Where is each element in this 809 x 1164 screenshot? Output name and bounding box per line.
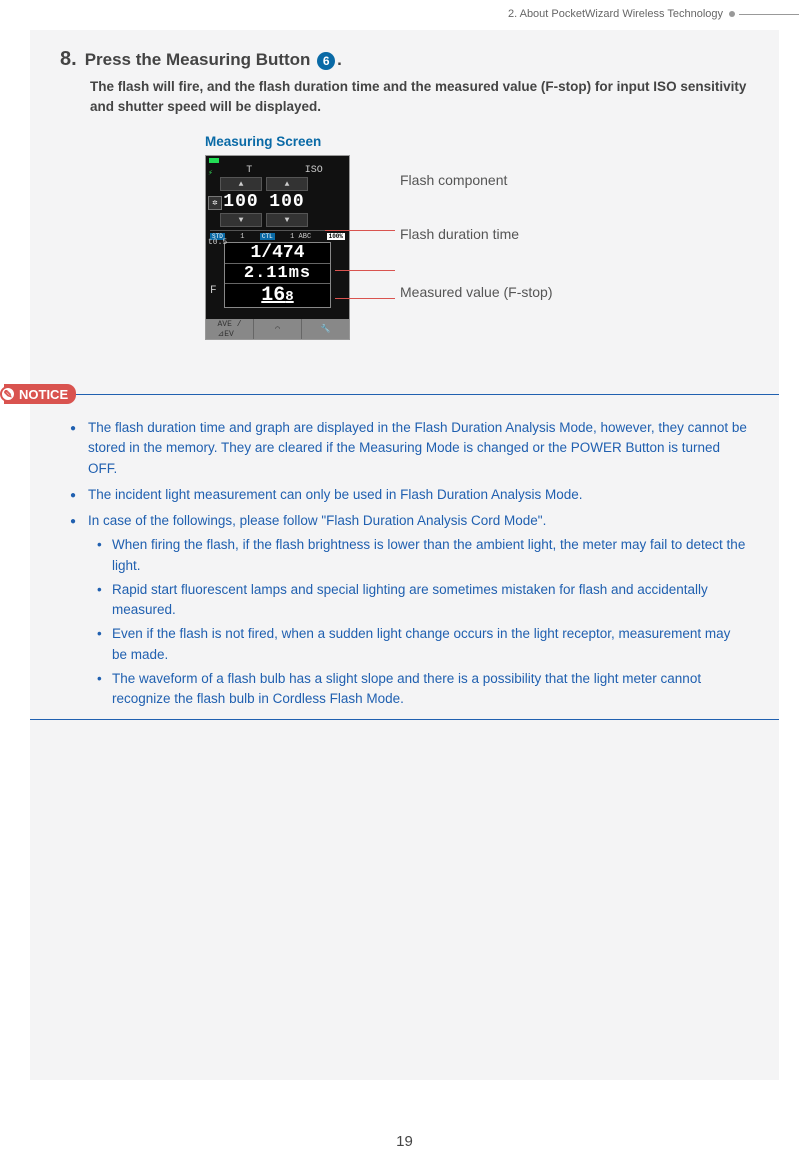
callout-measured-value: Measured value (F-stop) [400,284,553,300]
up-arrow-row: ▲ ▲ [220,176,349,192]
t-label: T [246,165,252,176]
callout-flash-component: Flash component [400,172,507,188]
step-title-post: . [337,50,342,69]
iso-up-icon: ▲ [266,177,308,191]
screen-status-bar [206,156,349,164]
page-number: 19 [0,1133,809,1150]
content-panel: 8. Press the Measuring Button 6. The fla… [30,30,779,1080]
fstop-sub: 8 [285,289,293,305]
t05-label: t0.5 [208,238,227,247]
notice-item: The incident light measurement can only … [70,485,749,505]
bottom-btn-wrench-icon: 🔧 [302,319,349,339]
battery-icon [209,158,219,163]
screen-bottom-bar: AVE /⊿EV ◠ 🔧 [206,319,349,339]
notice-item-text: In case of the followings, please follow… [88,513,546,528]
notice-item: In case of the followings, please follow… [70,511,749,709]
header-dot-icon [729,11,735,17]
percent-badge: 100% [327,233,345,240]
notice-header: ✎ NOTICE [4,384,779,404]
figure-caption: Measuring Screen [205,134,749,149]
main-readout: 1/474 2.11ms 168 [224,242,331,308]
iso-label: ISO [305,165,323,176]
reference-badge-6: 6 [317,52,335,70]
value-row: 100 100 [220,192,349,212]
callout-flash-duration: Flash duration time [400,226,519,242]
step-row: 8. Press the Measuring Button 6. [60,48,749,71]
notice-subitem: When firing the flash, if the flash brig… [94,535,749,576]
ave-ev-label: AVE /⊿EV [217,320,241,339]
t-down-icon: ▼ [220,213,262,227]
notice-subitem: The waveform of a flash bulb has a sligh… [94,669,749,710]
t-up-icon: ▲ [220,177,262,191]
readout-flash-duration-fraction: 1/474 [225,243,330,264]
notice-sublist: When firing the flash, if the flash brig… [94,535,749,709]
fstop-main: 16 [261,284,285,307]
notice-badge: ✎ NOTICE [4,384,76,404]
notice-subitem: Rapid start fluorescent lamps and specia… [94,580,749,621]
screen-header-row: T ISO [206,164,349,176]
iso-down-icon: ▼ [266,213,308,227]
gear-icon: ✲ [208,196,222,210]
step-number: 8. [60,48,77,71]
mid-info-bar: STD 1 CTL 1 ABC 100% [210,230,345,242]
iso-value: 100 [266,192,308,212]
callout-line-2 [335,270,395,271]
header-rule [739,14,799,15]
notice-label: NOTICE [19,387,68,402]
t-value: 100 [220,192,262,212]
callout-line-3 [335,298,395,299]
notice-item: The flash duration time and graph are di… [70,418,749,479]
bottom-btn-dome-icon: ◠ [254,319,302,339]
notice-top-rule [72,394,779,395]
notice-list: The flash duration time and graph are di… [70,418,749,709]
f-label: F [210,285,217,297]
callout-line-1 [325,230,395,231]
notice-subitem: Even if the flash is not fired, when a s… [94,624,749,665]
chapter-title: 2. About PocketWizard Wireless Technolog… [508,8,723,20]
notice-bottom-rule [30,719,779,720]
bolt-icon: ⚡ [208,168,213,178]
abc-label: 1 ABC [290,233,311,241]
chapter-header: 2. About PocketWizard Wireless Technolog… [0,0,809,20]
measuring-screen: ⚡ T ISO ▲ ▲ 100 100 ▼ ▼ ✲ STD 1 CTL [205,155,350,340]
down-arrow-row: ▼ ▼ [220,212,349,228]
one-label: 1 [240,233,244,241]
figure-area: Measuring Screen ⚡ T ISO ▲ ▲ 100 100 ▼ ▼ [205,134,749,364]
step-title: Press the Measuring Button 6. [85,50,342,70]
ctl-badge: CTL [260,233,275,240]
readout-fstop: 168 [225,284,330,307]
step-description: The flash will fire, and the flash durat… [90,77,749,116]
step-title-pre: Press the Measuring Button [85,50,315,69]
notice-icon: ✎ [0,386,16,402]
readout-flash-duration-ms: 2.11ms [225,264,330,284]
bottom-btn-ave: AVE /⊿EV [206,319,254,339]
